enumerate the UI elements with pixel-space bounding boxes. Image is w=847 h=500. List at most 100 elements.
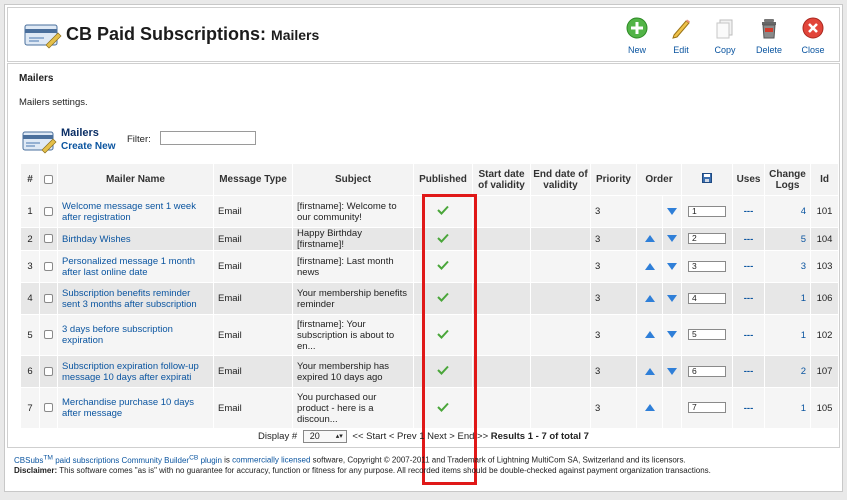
filter-input[interactable]: [160, 131, 256, 145]
order-input-cell[interactable]: 3: [682, 251, 733, 282]
row-checkbox[interactable]: [44, 234, 53, 244]
license-link[interactable]: commercially licensed: [232, 456, 310, 465]
row-checkbox-cell[interactable]: [40, 251, 57, 282]
change-logs-link[interactable]: 4: [765, 196, 811, 227]
order-input-cell[interactable]: 7: [682, 388, 733, 428]
uses[interactable]: ---: [733, 228, 765, 250]
uses[interactable]: ---: [733, 283, 765, 314]
delete-button[interactable]: Delete: [747, 16, 791, 60]
change-logs-link[interactable]: 3: [765, 251, 811, 282]
row-checkbox-cell[interactable]: [40, 228, 57, 250]
col-uses[interactable]: Uses: [733, 164, 765, 195]
row-checkbox-cell[interactable]: [40, 388, 57, 428]
mailer-name-link[interactable]: 3 days before subscription expiration: [58, 315, 213, 355]
mailer-name-link[interactable]: Welcome message sent 1 week after regist…: [58, 196, 213, 227]
order-down-cell[interactable]: [663, 228, 682, 250]
mailer-name-link[interactable]: Subscription benefits reminder sent 3 mo…: [58, 283, 213, 314]
order-down-cell[interactable]: [663, 315, 682, 355]
order-up-icon[interactable]: [644, 262, 655, 270]
order-input-cell[interactable]: 6: [682, 356, 733, 387]
row-checkbox[interactable]: [44, 366, 53, 376]
order-down-cell[interactable]: [663, 251, 682, 282]
col-published[interactable]: Published: [414, 164, 472, 195]
order-down-cell[interactable]: [663, 283, 682, 314]
order-input[interactable]: 1: [688, 205, 727, 217]
row-checkbox[interactable]: [44, 330, 53, 340]
order-up-icon[interactable]: [644, 331, 655, 339]
col-mailer-name[interactable]: Mailer Name: [58, 164, 213, 195]
order-up-cell[interactable]: [637, 228, 662, 250]
order-input-cell[interactable]: 2: [682, 228, 733, 250]
uses[interactable]: ---: [733, 315, 765, 355]
row-checkbox-cell[interactable]: [40, 315, 57, 355]
order-input-cell[interactable]: 1: [682, 196, 733, 227]
save-icon[interactable]: [702, 173, 713, 183]
change-logs-link[interactable]: 2: [765, 356, 811, 387]
order-input[interactable]: 3: [688, 260, 727, 272]
mailer-name-link[interactable]: Subscription expiration follow-up messag…: [58, 356, 213, 387]
close-button[interactable]: Close: [791, 16, 835, 60]
edit-button[interactable]: Edit: [659, 16, 703, 60]
order-input[interactable]: 6: [688, 365, 727, 377]
copy-button[interactable]: Copy: [703, 16, 747, 60]
uses[interactable]: ---: [733, 196, 765, 227]
col-message-type[interactable]: Message Type: [214, 164, 292, 195]
order-up-cell[interactable]: [637, 196, 662, 227]
order-up-icon[interactable]: [644, 294, 655, 302]
change-logs-link[interactable]: 5: [765, 228, 811, 250]
mailer-name-link[interactable]: Merchandise purchase 10 days after messa…: [58, 388, 213, 428]
order-input[interactable]: 2: [688, 233, 727, 245]
col-end-date[interactable]: End date of validity: [531, 164, 590, 195]
order-down-cell[interactable]: [663, 196, 682, 227]
row-checkbox[interactable]: [44, 261, 53, 271]
col-start-date[interactable]: Start date of validity: [473, 164, 530, 195]
row-checkbox-cell[interactable]: [40, 356, 57, 387]
order-up-cell[interactable]: [637, 251, 662, 282]
check-all-checkbox[interactable]: [44, 174, 53, 184]
order-up-cell[interactable]: [637, 388, 662, 428]
row-checkbox-cell[interactable]: [40, 196, 57, 227]
col-priority[interactable]: Priority: [591, 164, 636, 195]
row-checkbox-cell[interactable]: [40, 283, 57, 314]
uses[interactable]: ---: [733, 388, 765, 428]
order-input-cell[interactable]: 4: [682, 283, 733, 314]
create-new-link[interactable]: Create New: [61, 141, 115, 152]
community-builder-link[interactable]: Community BuilderCB plugin: [122, 454, 222, 465]
order-down-icon[interactable]: [667, 294, 677, 302]
order-input[interactable]: 4: [688, 292, 727, 304]
order-up-cell[interactable]: [637, 315, 662, 355]
order-up-icon[interactable]: [644, 235, 655, 243]
mailer-name-link[interactable]: Birthday Wishes: [58, 228, 213, 250]
col-subject[interactable]: Subject: [293, 164, 413, 195]
mailer-name-link[interactable]: Personalized message 1 month after last …: [58, 251, 213, 282]
order-down-icon[interactable]: [667, 262, 677, 270]
row-checkbox[interactable]: [44, 206, 53, 216]
row-checkbox[interactable]: [44, 293, 53, 303]
order-up-icon[interactable]: [644, 367, 655, 375]
uses[interactable]: ---: [733, 251, 765, 282]
order-down-cell[interactable]: [663, 356, 682, 387]
order-down-icon[interactable]: [667, 367, 677, 375]
order-input[interactable]: 5: [688, 329, 727, 341]
uses[interactable]: ---: [733, 356, 765, 387]
order-down-icon[interactable]: [667, 207, 677, 215]
order-down-icon[interactable]: [667, 235, 677, 243]
change-logs-link[interactable]: 1: [765, 315, 811, 355]
order-down-cell[interactable]: [663, 388, 682, 428]
change-logs-link[interactable]: 1: [765, 388, 811, 428]
order-up-icon[interactable]: [644, 404, 655, 412]
order-input[interactable]: 7: [688, 402, 727, 414]
col-change-logs[interactable]: Change Logs: [765, 164, 811, 195]
order-input-cell[interactable]: 5: [682, 315, 733, 355]
col-id[interactable]: Id: [811, 164, 839, 195]
page-nav[interactable]: << Start < Prev 1 Next > End >>: [352, 431, 488, 442]
cbsubs-link[interactable]: CBSubsTM paid subscriptions: [14, 454, 119, 465]
col-order[interactable]: Order: [637, 164, 682, 195]
order-up-cell[interactable]: [637, 356, 662, 387]
row-checkbox[interactable]: [44, 403, 53, 413]
new-button[interactable]: New: [615, 16, 659, 60]
order-up-cell[interactable]: [637, 283, 662, 314]
col-checkall[interactable]: [40, 164, 57, 195]
display-select[interactable]: 20 ▴▾: [302, 430, 347, 443]
col-save-order[interactable]: [682, 164, 733, 195]
